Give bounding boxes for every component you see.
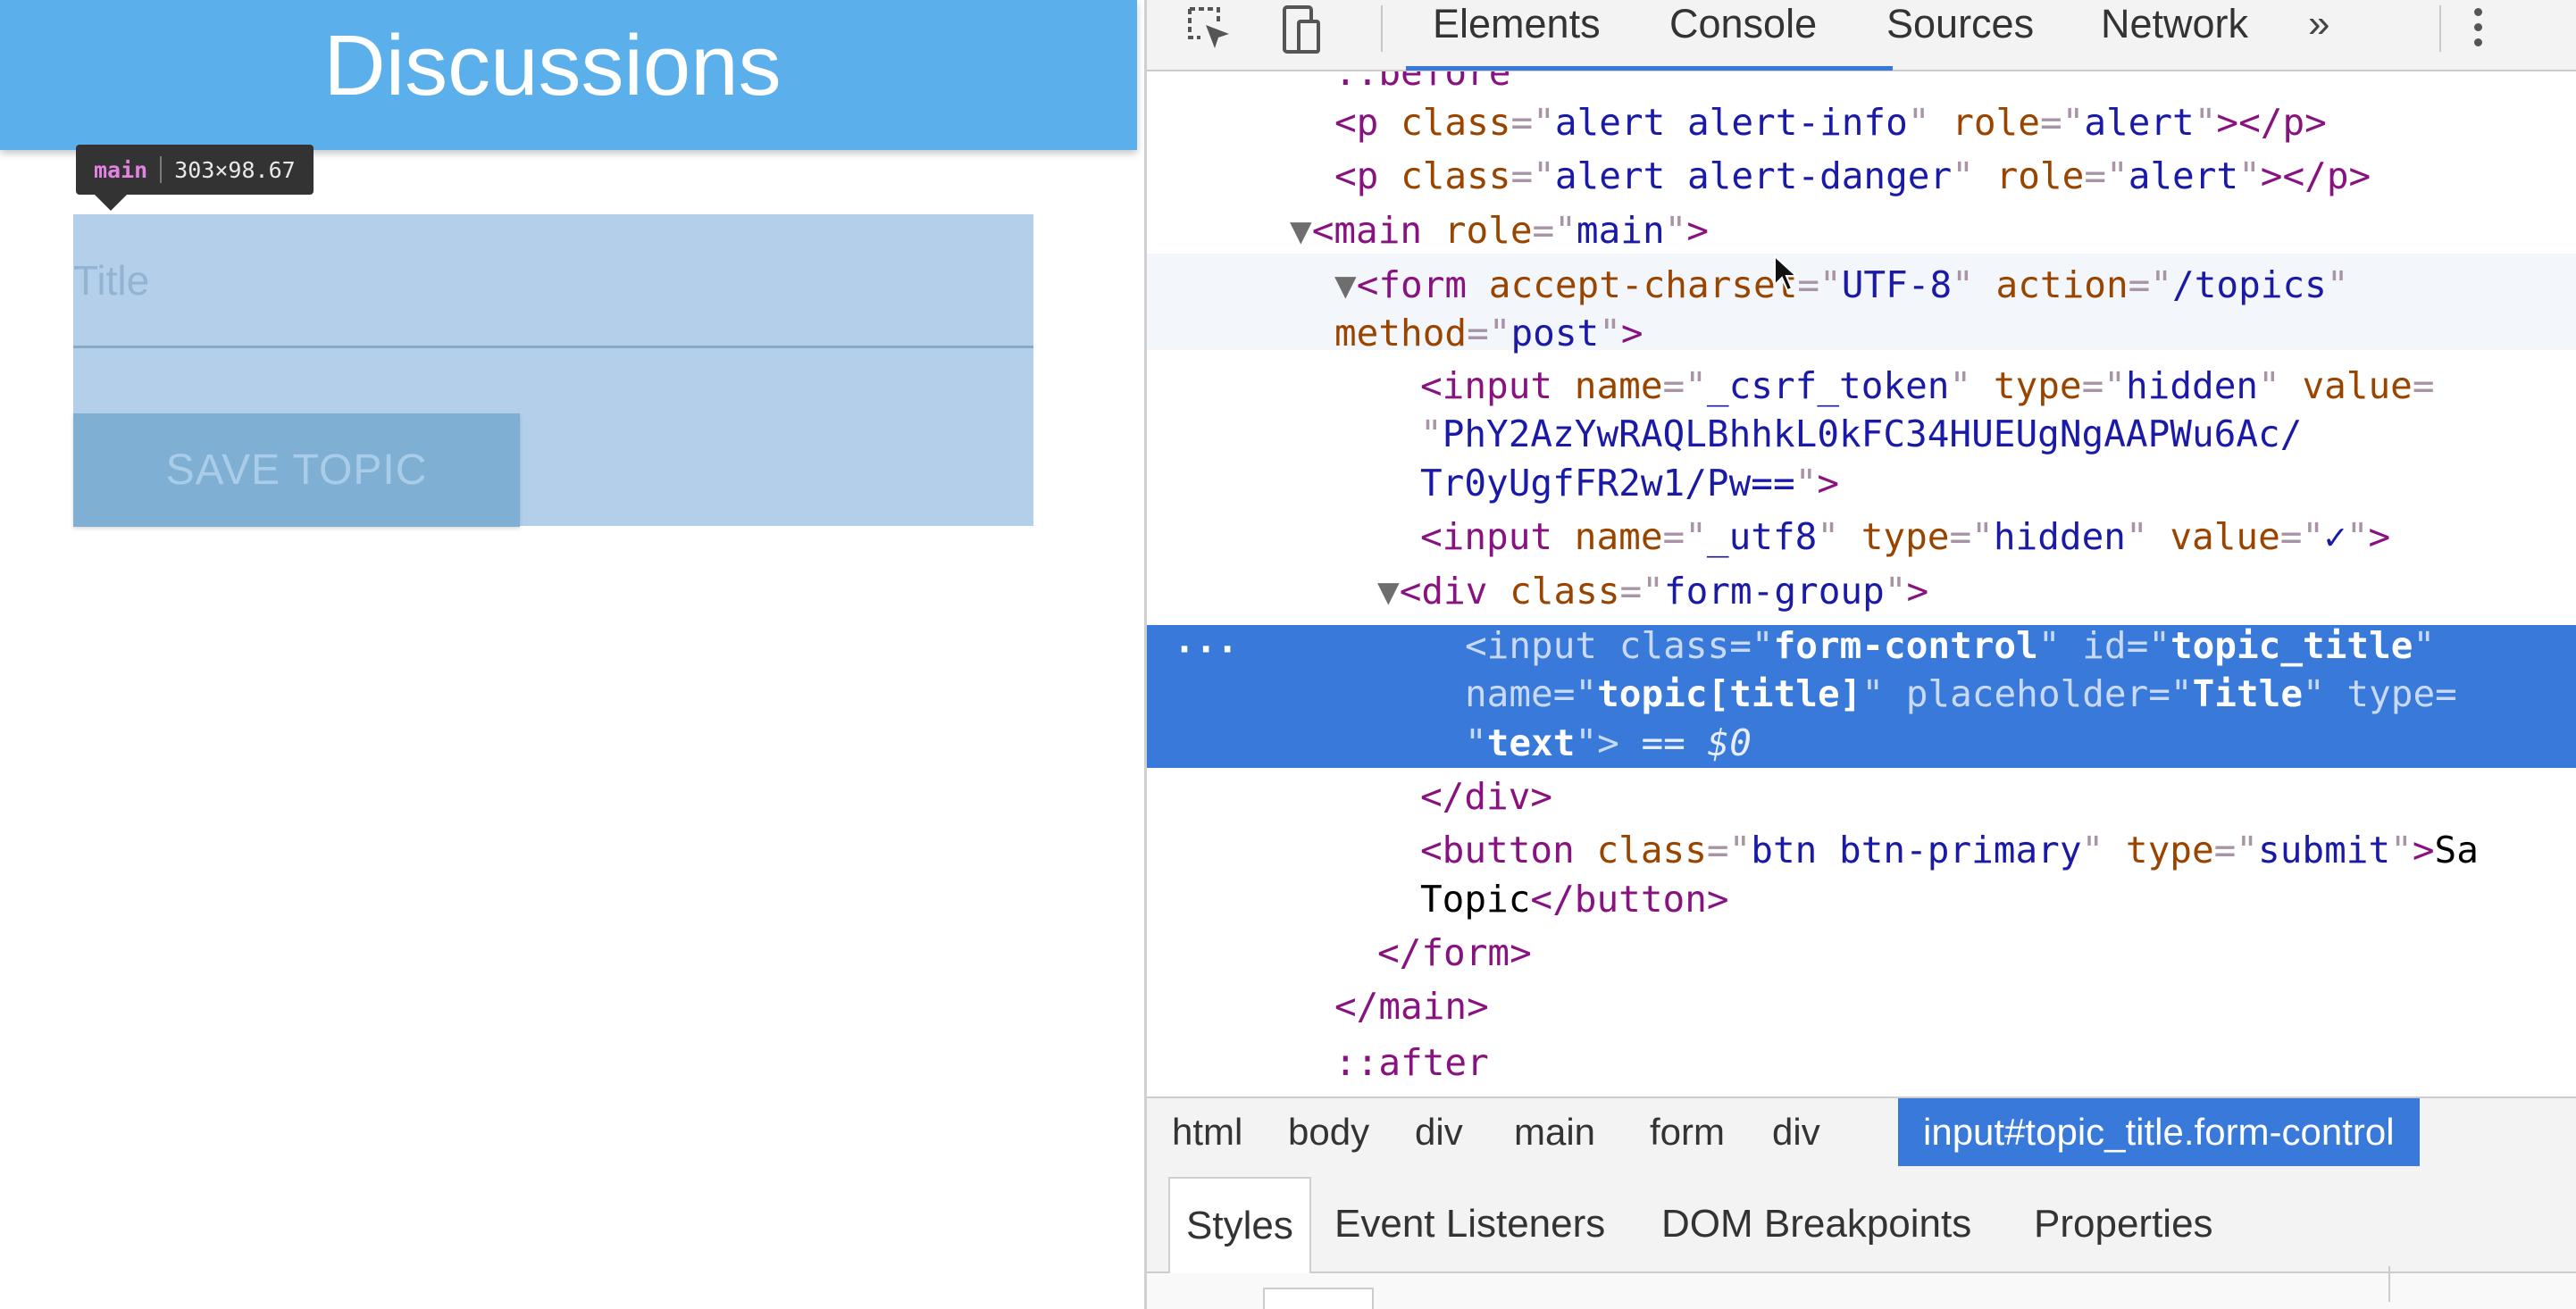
tooltip-separator (160, 156, 163, 183)
page-viewport: Discussions SAVE TOPIC main 303×98.67 (0, 0, 1144, 1309)
dom-node-form[interactable]: ▼<form accept-charset="UTF-8" action="/t… (1334, 261, 2349, 310)
dom-node-csrf-value-cont[interactable]: Tr0yUgfFR2w1/Pw=="> (1420, 459, 1839, 508)
tab-network[interactable]: Network (2101, 0, 2248, 48)
dom-node-csrf-value[interactable]: "PhY2AzYwRAQLBhhkL0kFC34HUEUgNgAAPWu6Ac/ (1420, 410, 2302, 459)
tabbar-divider (1381, 5, 1383, 52)
sidebar-pane-tabs: Styles Event Listeners DOM Breakpoints P… (1147, 1166, 2576, 1273)
tab-event-listeners[interactable]: Event Listeners (1334, 1177, 1605, 1271)
dom-node-p-danger[interactable]: <p class="alert alert-danger" role="aler… (1334, 152, 2371, 201)
page-title: Discussions (323, 18, 782, 113)
dom-node-div-form-group[interactable]: ▼<div class="form-group"> (1377, 567, 1928, 616)
dom-node-selected-input[interactable]: <input class="form-control" id="topic_ti… (1465, 621, 2435, 671)
tab-sources[interactable]: Sources (1886, 0, 2034, 48)
tabbar-divider-right (2439, 5, 2441, 52)
inspect-element-icon[interactable] (1181, 4, 1238, 54)
expand-triangle-icon[interactable]: ▼ (1334, 263, 1357, 306)
devtools-tabbar: Elements Console Sources Network » (1147, 0, 2576, 71)
styles-filter-input[interactable] (1263, 1288, 1374, 1309)
breadcrumb-div-2[interactable]: div (1747, 1098, 1845, 1166)
dom-node-form-close[interactable]: </form> (1377, 929, 1532, 978)
dom-node-button-cont[interactable]: Topic</button> (1420, 875, 1729, 924)
dom-node-form-cont[interactable]: method="post"> (1334, 309, 1643, 358)
expand-triangle-icon[interactable]: ▼ (1290, 209, 1312, 252)
dom-node-csrf-input[interactable]: <input name="_csrf_token" type="hidden" … (1420, 362, 2435, 411)
title-input[interactable] (73, 214, 1033, 348)
more-tabs-icon[interactable]: » (2308, 0, 2329, 48)
styles-pane-divider (2388, 1266, 2390, 1302)
dom-node-selected-input-end[interactable]: "text"> == $0 (1465, 719, 1752, 768)
device-toolbar-icon[interactable] (1272, 4, 1329, 54)
dom-node-main[interactable]: ▼<main role="main"> (1290, 206, 1709, 255)
tab-properties[interactable]: Properties (2034, 1177, 2213, 1271)
dom-node-div-close[interactable]: </div> (1420, 772, 1552, 821)
tab-styles[interactable]: Styles (1168, 1177, 1311, 1273)
breadcrumb-html[interactable]: html (1147, 1098, 1267, 1166)
inspector-tooltip: main 303×98.67 (76, 145, 314, 195)
node-actions-icon[interactable]: ··· (1174, 626, 1238, 675)
dom-node-p-info[interactable]: <p class="alert alert-info" role="alert"… (1334, 98, 2327, 147)
breadcrumb-body[interactable]: body (1263, 1098, 1394, 1166)
breadcrumb-input-active[interactable]: input#topic_title.form-control (1898, 1098, 2420, 1166)
tooltip-size: 303×98.67 (174, 156, 296, 183)
tooltip-tag: main (94, 156, 148, 183)
breadcrumb-main[interactable]: main (1489, 1098, 1620, 1166)
active-tab-underline (1406, 66, 1893, 71)
breadcrumb: html body div main form div input#topic_… (1147, 1096, 2576, 1168)
breadcrumb-div[interactable]: div (1390, 1098, 1488, 1166)
devtools-panel: Elements Console Sources Network » ··· :… (1144, 0, 2576, 1309)
save-topic-button[interactable]: SAVE TOPIC (73, 413, 520, 527)
app-header: Discussions (0, 0, 1137, 150)
dom-node-button[interactable]: <button class="btn btn-primary" type="su… (1420, 826, 2479, 875)
expand-triangle-icon[interactable]: ▼ (1377, 570, 1400, 613)
tab-elements[interactable]: Elements (1433, 0, 1601, 48)
tab-console[interactable]: Console (1669, 0, 1817, 48)
dom-node-main-close[interactable]: </main> (1334, 982, 1489, 1031)
tab-dom-breakpoints[interactable]: DOM Breakpoints (1661, 1177, 1971, 1271)
mouse-cursor-icon (1773, 254, 1800, 298)
tooltip-arrow (95, 195, 127, 211)
dom-node-before[interactable]: ::before (1334, 71, 1510, 97)
dom-node-selected-input-cont[interactable]: name="topic[title]" placeholder="Title" … (1465, 670, 2457, 719)
dom-tree: ··· ::before <p class="alert alert-info"… (1147, 71, 2576, 1096)
dom-node-utf8-input[interactable]: <input name="_utf8" type="hidden" value=… (1420, 513, 2390, 562)
dom-node-after[interactable]: ::after (1334, 1038, 1489, 1088)
breadcrumb-form[interactable]: form (1625, 1098, 1750, 1166)
kebab-menu-icon[interactable] (2460, 0, 2496, 54)
